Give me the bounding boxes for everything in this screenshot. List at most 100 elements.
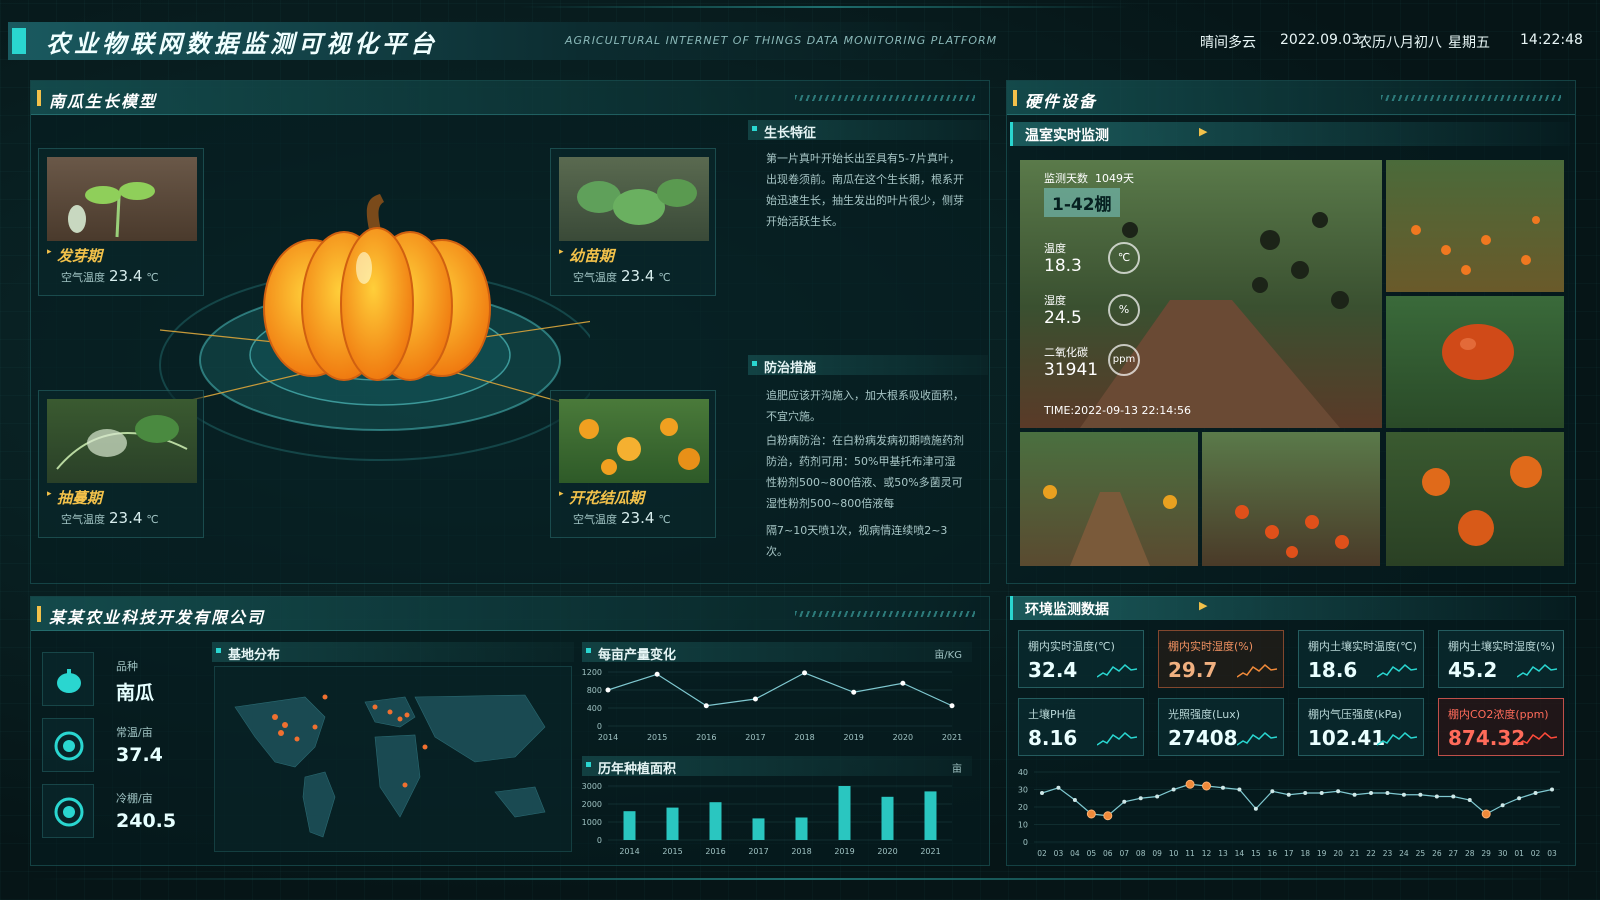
env-title: 环境监测数据	[1025, 602, 1109, 618]
env-tab[interactable]: 环境监测数据 ▶	[1010, 596, 1570, 620]
env-point	[1517, 796, 1522, 801]
x-tick-label: 08	[1136, 849, 1146, 858]
x-tick-label: 01	[1514, 849, 1524, 858]
base-distribution-map[interactable]	[214, 666, 572, 852]
play-icon[interactable]: ▶	[1199, 599, 1207, 612]
y-tick-label: 800	[587, 686, 602, 695]
humid-gauge-icon: %	[1108, 294, 1140, 326]
feed-timestamp: TIME:2022-09-13 22:14:56	[1044, 404, 1191, 417]
stage-card-vine[interactable]: 抽蔓期 空气温度23.4℃	[38, 390, 204, 538]
camera-thumb-3[interactable]	[1020, 432, 1198, 566]
x-tick-label: 12	[1202, 849, 1212, 858]
stage-card-seedling[interactable]: 幼苗期 空气温度23.4℃	[550, 148, 716, 296]
measures-text-3: 隔7~10天喷1次，视病情连续喷2~3次。	[766, 524, 948, 558]
env-tile[interactable]: 土壤PH值 8.16	[1018, 698, 1144, 756]
area-bar	[795, 817, 808, 840]
hardware-panel-header: 硬件设备	[1007, 81, 1575, 115]
x-tick-label: 2020	[893, 733, 913, 742]
env-tile[interactable]: 棚内气压强度(kPa) 102.41	[1298, 698, 1424, 756]
x-tick-label: 2016	[705, 847, 725, 856]
stage-card-flowering[interactable]: 开花结瓜期 空气温度23.4℃	[550, 390, 716, 538]
clock: 14:22:48	[1520, 32, 1583, 48]
env-point	[1418, 792, 1423, 797]
x-tick-label: 07	[1119, 849, 1129, 858]
hardware-panel-title: 硬件设备	[1012, 88, 1097, 112]
company-panel-title: 某某农业科技开发有限公司	[36, 604, 265, 628]
hatch-decoration	[795, 611, 975, 617]
warm-value: 37.4	[116, 744, 163, 766]
x-tick-label: 24	[1399, 849, 1409, 858]
env-point	[1319, 791, 1324, 795]
x-tick-label: 2017	[745, 733, 765, 742]
yield-title: 每亩产量变化	[582, 644, 676, 663]
env-point	[1040, 791, 1044, 795]
greenhouse-tab[interactable]: 温室实时监测 ▶	[1010, 122, 1570, 146]
x-tick-label: 2014	[598, 733, 618, 742]
env-tile[interactable]: 棚内土壤实时温度(℃) 18.6	[1298, 630, 1424, 688]
yield-series-line	[607, 672, 953, 707]
camera-thumb-4[interactable]	[1202, 432, 1380, 566]
camera-thumb-1[interactable]	[1386, 160, 1564, 292]
env-point	[1352, 792, 1357, 797]
env-tile[interactable]: 棚内土壤实时湿度(%) 45.2	[1438, 630, 1564, 688]
env-tile[interactable]: 棚内实时湿度(%) 29.7	[1158, 630, 1284, 688]
y-tick-label: 2000	[582, 800, 602, 809]
env-point	[1500, 803, 1505, 808]
measures-text-1: 追肥应该开沟施入，加大根系吸收面积，不宜穴施。	[766, 389, 964, 423]
x-tick-label: 06	[1103, 849, 1113, 858]
y-tick-label: 30	[1018, 786, 1028, 795]
env-point	[1253, 806, 1258, 811]
stage-card-germination[interactable]: 发芽期 空气温度23.4℃	[38, 148, 204, 296]
env-alert-point	[1086, 809, 1096, 819]
env-alert-point	[1202, 781, 1212, 791]
env-tile[interactable]: 光照强度(Lux) 27408	[1158, 698, 1284, 756]
env-point	[1401, 792, 1406, 797]
env-point	[1434, 794, 1439, 799]
stage-temp: 空气温度 23.4 ℃	[573, 509, 671, 527]
tile-label: 棚内土壤实时温度(℃)	[1308, 640, 1417, 653]
x-tick-label: 2020	[877, 847, 897, 856]
x-tick-label: 2021	[942, 733, 962, 742]
date-text: 2022.09.03	[1280, 32, 1361, 48]
temp-value: 18.3	[1044, 256, 1082, 276]
temp-label: 温度	[1044, 242, 1066, 255]
env-alert-point	[1481, 809, 1491, 819]
env-point	[1369, 791, 1374, 795]
measures-title: 防治措施	[748, 357, 816, 376]
x-tick-label: 2019	[834, 847, 854, 856]
map-header: 基地分布	[212, 642, 574, 663]
yield-point	[752, 696, 758, 702]
co2-gauge-icon: ppm	[1108, 344, 1140, 376]
sprout-badge-icon	[54, 797, 84, 827]
yield-line-chart: 0 400 800 1200 2014 2015 2016 2017 2018 2019 2020 2…	[582, 668, 962, 742]
camera-thumb-5[interactable]	[1386, 432, 1564, 566]
yield-point	[605, 687, 611, 693]
greenhouse-title: 温室实时监测	[1025, 128, 1109, 144]
env-tile[interactable]: 棚内CO2浓度(ppm) 874.32	[1438, 698, 1564, 756]
stage-temp: 空气温度 23.4 ℃	[61, 509, 159, 527]
camera-thumb-2[interactable]	[1386, 296, 1564, 428]
x-tick-label: 19	[1317, 849, 1327, 858]
sparkline-icon	[1237, 731, 1277, 746]
play-icon[interactable]: ▶	[1199, 125, 1207, 138]
main-camera-feed[interactable]: 监测天数 1049天 1-42棚 温度 18.3 ℃ 湿度 24.5 % 二氧化…	[1020, 160, 1382, 428]
yield-point	[900, 680, 906, 686]
yield-unit: 亩/KG	[934, 650, 962, 661]
stage-temp: 空气温度 23.4 ℃	[573, 267, 671, 285]
x-tick-label: 03	[1054, 849, 1064, 858]
area-header: 历年种植面积 亩	[582, 756, 972, 777]
y-tick-label: 20	[1018, 803, 1028, 812]
env-tile[interactable]: 棚内实时温度(℃) 32.4	[1018, 630, 1144, 688]
map-title: 基地分布	[212, 644, 280, 663]
sparkline-icon	[1377, 731, 1417, 746]
monitor-days: 监测天数 1049天	[1044, 172, 1134, 185]
stage-name: 开花结瓜期	[559, 487, 644, 508]
growth-panel-header: 南瓜生长模型	[31, 81, 989, 115]
tile-value: 27408	[1168, 726, 1238, 750]
area-bar	[752, 818, 765, 840]
env-point	[1336, 789, 1341, 794]
flowering-photo	[559, 399, 709, 483]
x-tick-label: 2015	[647, 733, 667, 742]
x-tick-label: 17	[1284, 849, 1294, 858]
cold-value: 240.5	[116, 810, 177, 832]
